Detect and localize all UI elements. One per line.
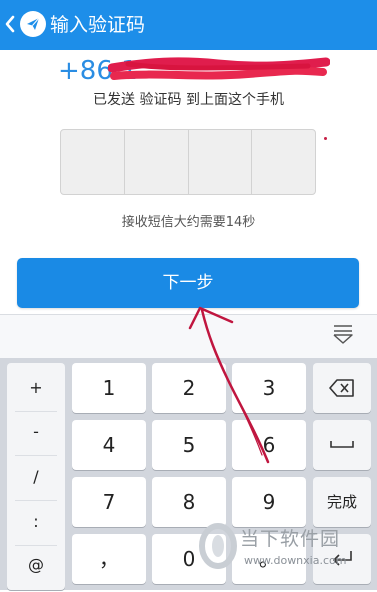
key-4[interactable]: 4 xyxy=(72,420,146,470)
key-8[interactable]: 8 xyxy=(152,477,226,527)
page-title: 输入验证码 xyxy=(50,14,146,36)
chevron-left-icon[interactable] xyxy=(3,13,17,35)
sent-message: 已发送 验证码 到上面这个手机 xyxy=(93,92,284,108)
key-3[interactable]: 3 xyxy=(232,363,306,413)
watermark-logo xyxy=(199,523,237,569)
redaction-scribble xyxy=(108,57,330,80)
key-5[interactable]: 5 xyxy=(152,420,226,470)
space-key[interactable] xyxy=(313,420,371,470)
key-1[interactable]: 1 xyxy=(72,363,146,413)
keyboard-hide-icon[interactable] xyxy=(331,321,355,347)
verification-code-input[interactable] xyxy=(60,129,316,195)
key-6[interactable]: 6 xyxy=(232,420,306,470)
watermark-url: www.downxia.com xyxy=(244,554,347,567)
key-2[interactable]: 2 xyxy=(152,363,226,413)
backspace-icon xyxy=(329,379,354,397)
code-digit-box[interactable] xyxy=(252,130,315,194)
space-icon xyxy=(330,441,354,448)
key-comma[interactable]: ， xyxy=(72,534,146,584)
paper-plane-icon xyxy=(20,11,46,37)
done-key[interactable]: 完成 xyxy=(313,477,371,527)
code-digit-box[interactable] xyxy=(125,130,189,194)
watermark-name: 当下软件园 xyxy=(240,528,341,550)
key-at[interactable]: @ xyxy=(7,537,65,592)
annotation-dot xyxy=(324,137,327,140)
code-digit-box[interactable] xyxy=(189,130,253,194)
key-9[interactable]: 9 xyxy=(232,477,306,527)
keyboard-toolbar xyxy=(0,314,377,359)
next-step-button[interactable]: 下一步 xyxy=(17,258,359,308)
code-digit-box[interactable] xyxy=(61,130,125,194)
key-7[interactable]: 7 xyxy=(72,477,146,527)
wait-hint: 接收短信大约需要14秒 xyxy=(121,215,256,230)
backspace-key[interactable] xyxy=(313,363,371,413)
